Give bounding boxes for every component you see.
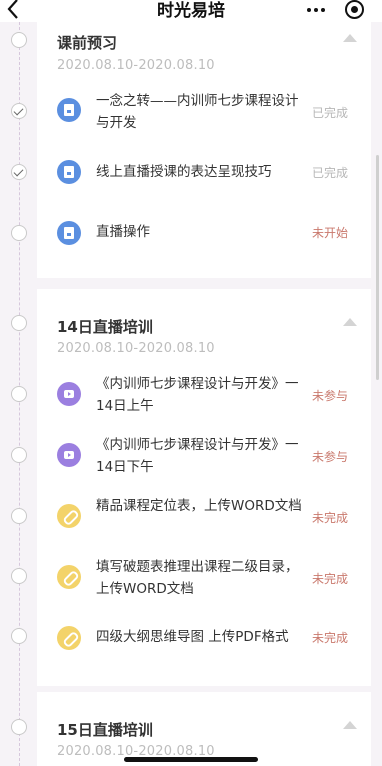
timeline-dot bbox=[11, 628, 27, 644]
list-item[interactable]: 填写破题表推理出课程二级目录，上传WORD文档 未完成 bbox=[37, 556, 371, 602]
book-icon bbox=[57, 160, 81, 184]
item-label: 直播操作 bbox=[96, 224, 150, 240]
timeline-check bbox=[11, 103, 27, 119]
status-text: 未完成 bbox=[312, 572, 349, 586]
list-item[interactable]: 线上直播授课的表达呈现技巧 已完成 bbox=[37, 160, 371, 185]
book-icon bbox=[57, 221, 81, 245]
status-text: 未开始 bbox=[312, 226, 349, 240]
timeline-dot bbox=[11, 386, 27, 402]
list-item[interactable]: 直播操作 未开始 bbox=[37, 221, 371, 245]
timeline-dot bbox=[11, 315, 27, 331]
item-label: 精品课程定位表，上传WORD文档 bbox=[96, 498, 302, 514]
list-item[interactable]: 四级大纲思维导图 上传PDF格式 未完成 bbox=[37, 626, 371, 650]
section-title: 课前预习 bbox=[57, 34, 118, 52]
status-text: 未参与 bbox=[312, 389, 349, 403]
list-item[interactable]: 一念之转——内训师七步课程设计与开发 已完成 bbox=[37, 90, 371, 136]
item-label: 《内训师七步课程设计与开发》一14日下午 bbox=[96, 437, 299, 475]
status-text: 已完成 bbox=[312, 106, 349, 120]
live-icon bbox=[57, 443, 81, 467]
item-label: 线上直播授课的表达呈现技巧 bbox=[96, 164, 272, 180]
home-indicator[interactable] bbox=[124, 757, 258, 762]
paperclip-icon bbox=[57, 626, 81, 650]
status-text: 未完成 bbox=[312, 631, 349, 645]
timeline-dot bbox=[11, 568, 27, 584]
timeline-dot bbox=[11, 32, 27, 48]
nav-bar: 时光易培 bbox=[0, 0, 382, 22]
paperclip-icon bbox=[57, 504, 81, 528]
timeline-check bbox=[11, 164, 27, 180]
status-text: 未完成 bbox=[312, 511, 349, 525]
collapse-arrow-icon[interactable] bbox=[343, 721, 357, 729]
scrollbar[interactable] bbox=[376, 155, 379, 380]
list-item[interactable]: 《内训师七步课程设计与开发》一14日下午 未参与 bbox=[37, 434, 371, 480]
list-item[interactable]: 精品课程定位表，上传WORD文档 未完成 bbox=[37, 495, 371, 541]
section-date: 2020.08.10-2020.08.10 bbox=[57, 341, 215, 356]
status-text: 未参与 bbox=[312, 450, 349, 464]
live-icon bbox=[57, 382, 81, 406]
collapse-arrow-icon[interactable] bbox=[343, 34, 357, 42]
section-card: 15日直播培训 2020.08.10-2020.08.10 bbox=[37, 692, 371, 766]
status-text: 已完成 bbox=[312, 166, 349, 180]
item-label: 填写破题表推理出课程二级目录，上传WORD文档 bbox=[96, 559, 299, 597]
close-target-icon[interactable] bbox=[345, 0, 364, 19]
task-timeline: 课前预习 2020.08.10-2020.08.10 一念之转——内训师七步课程… bbox=[0, 22, 382, 766]
paperclip-icon bbox=[57, 565, 81, 589]
item-label: 四级大纲思维导图 上传PDF格式 bbox=[96, 629, 289, 645]
timeline-dot bbox=[11, 719, 27, 735]
timeline-dot bbox=[11, 447, 27, 463]
list-item[interactable]: 《内训师七步课程设计与开发》一14日上午 未参与 bbox=[37, 373, 371, 419]
more-dots-icon[interactable] bbox=[305, 1, 327, 19]
item-label: 一念之转——内训师七步课程设计与开发 bbox=[96, 93, 299, 131]
book-icon bbox=[57, 98, 81, 122]
section-date: 2020.08.10-2020.08.10 bbox=[57, 58, 215, 73]
collapse-arrow-icon[interactable] bbox=[343, 318, 357, 326]
section-title: 14日直播培训 bbox=[57, 318, 153, 336]
timeline-dot bbox=[11, 225, 27, 241]
timeline-dot bbox=[11, 508, 27, 524]
section-title: 15日直播培训 bbox=[57, 721, 153, 739]
item-label: 《内训师七步课程设计与开发》一14日上午 bbox=[96, 376, 299, 414]
